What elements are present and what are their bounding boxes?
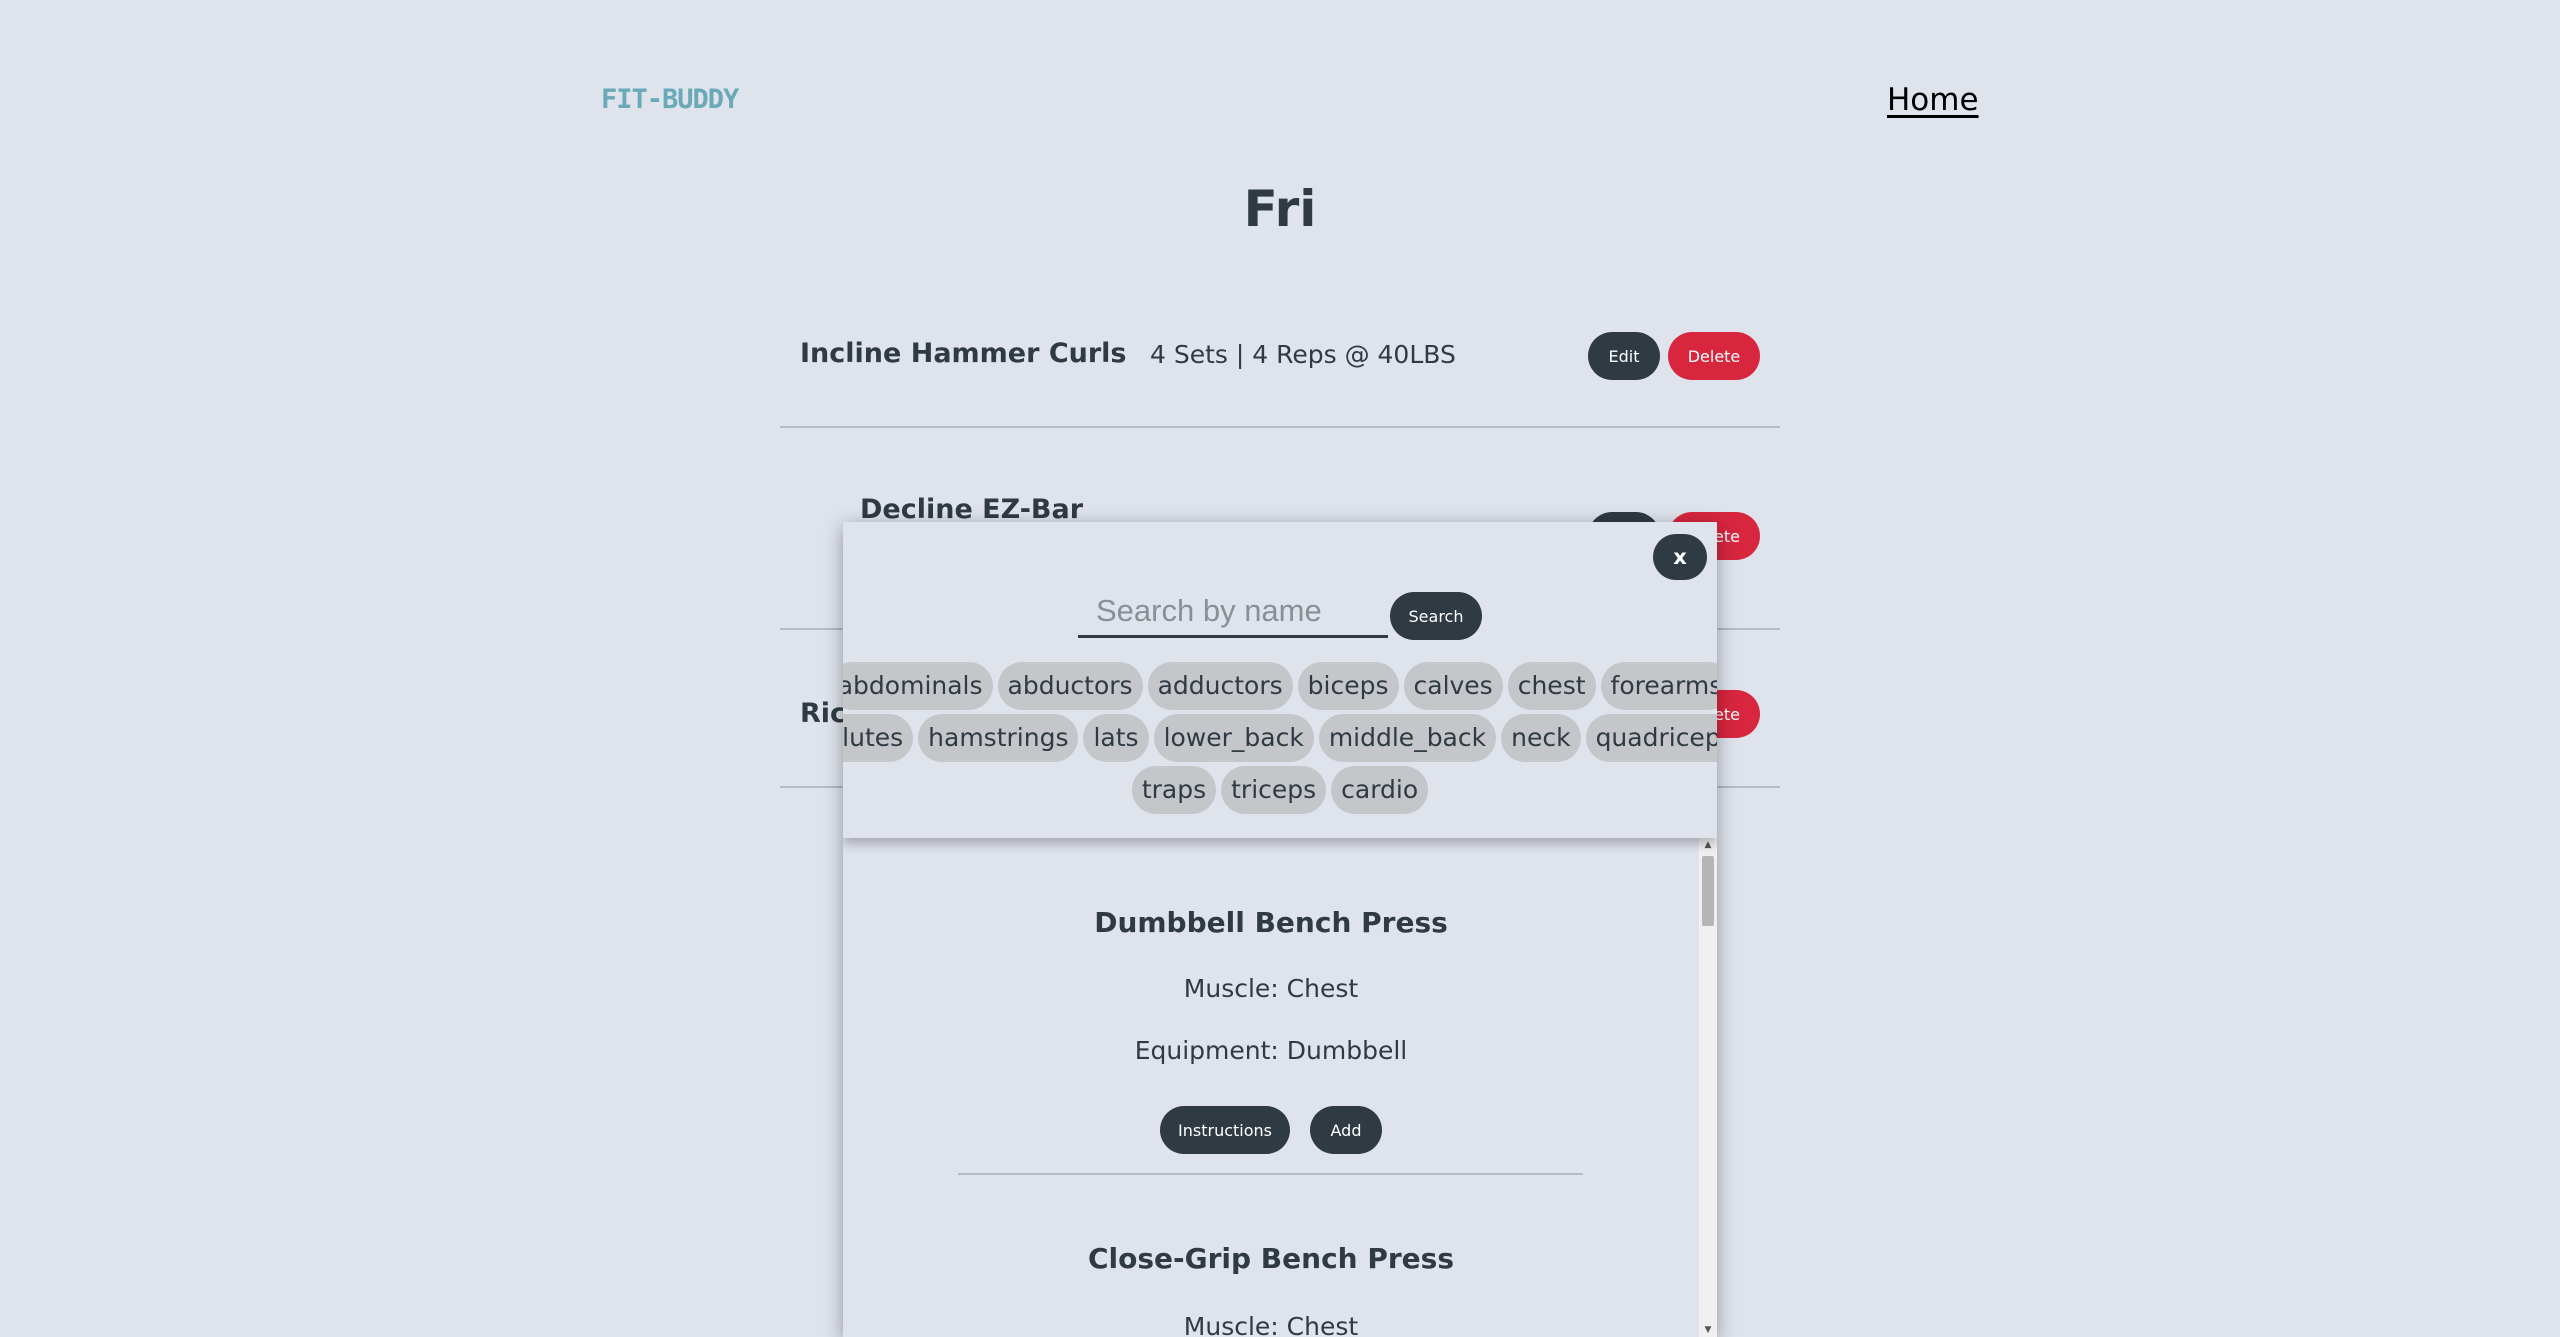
exercise-name: Incline Hammer Curls: [800, 338, 1127, 369]
result-muscle: Muscle: Chest: [1183, 974, 1359, 1003]
search-input[interactable]: [1078, 586, 1388, 638]
result-divider: [958, 1173, 1583, 1175]
instructions-button[interactable]: Instructions: [1160, 1106, 1290, 1154]
muscle-tag-abductors[interactable]: abductors: [997, 662, 1143, 710]
muscle-tag-biceps[interactable]: biceps: [1297, 662, 1399, 710]
scroll-thumb[interactable]: [1702, 856, 1714, 926]
result-exercise-name: Dumbbell Bench Press: [1094, 906, 1448, 939]
muscle-tag-quadriceps[interactable]: quadriceps: [1585, 714, 1717, 762]
muscle-tag-lats[interactable]: lats: [1083, 714, 1149, 762]
muscle-tag-adductors[interactable]: adductors: [1147, 662, 1293, 710]
muscle-tag-abdominals[interactable]: abdominals: [843, 662, 993, 710]
result-exercise-name: Close-Grip Bench Press: [1087, 1242, 1455, 1275]
muscle-tag-cardio[interactable]: cardio: [1331, 766, 1429, 814]
muscle-tag-glutes[interactable]: glutes: [843, 714, 914, 762]
edit-button[interactable]: Edit: [1588, 332, 1660, 380]
exercise-detail: 4 Sets | 4 Reps @ 40LBS: [1150, 340, 1456, 369]
scroll-down-arrow-icon[interactable]: ▼: [1699, 1323, 1717, 1337]
muscle-tag-chest[interactable]: chest: [1507, 662, 1596, 710]
muscle-tag-calves[interactable]: calves: [1403, 662, 1503, 710]
page-title: Fri: [1243, 180, 1317, 238]
search-results-list[interactable]: Dumbbell Bench Press Muscle: Chest Equip…: [843, 838, 1699, 1337]
exercise-search-modal: x Search abdominals abductors adductors …: [843, 522, 1717, 1337]
modal-search-panel: x Search abdominals abductors adductors …: [843, 522, 1717, 838]
result-muscle: Muscle: Chest: [1183, 1312, 1359, 1337]
muscle-tag-middle-back[interactable]: middle_back: [1318, 714, 1497, 762]
add-exercise-button[interactable]: Add: [1310, 1106, 1382, 1154]
muscle-tag-forearms[interactable]: forearms: [1600, 662, 1717, 710]
exercise-name: Ric: [800, 698, 847, 729]
scroll-up-arrow-icon[interactable]: ▲: [1699, 838, 1717, 852]
exercise-row: Incline Hammer Curls 4 Sets | 4 Reps @ 4…: [780, 316, 1780, 428]
delete-button[interactable]: Delete: [1668, 332, 1760, 380]
app-logo[interactable]: FIT-BUDDY: [601, 84, 739, 115]
muscle-tag-hamstrings[interactable]: hamstrings: [918, 714, 1079, 762]
close-modal-button[interactable]: x: [1653, 534, 1707, 580]
muscle-tag-triceps[interactable]: triceps: [1221, 766, 1327, 814]
muscle-tag-list: abdominals abductors adductors biceps ca…: [843, 662, 1717, 818]
nav-home-link[interactable]: Home: [1887, 82, 1979, 118]
search-button[interactable]: Search: [1390, 592, 1482, 640]
muscle-tag-neck[interactable]: neck: [1501, 714, 1581, 762]
result-equipment: Equipment: Dumbbell: [1134, 1036, 1408, 1065]
muscle-tag-traps[interactable]: traps: [1131, 766, 1217, 814]
muscle-tag-lower-back[interactable]: lower_back: [1153, 714, 1314, 762]
results-scrollbar[interactable]: ▲ ▼: [1699, 838, 1717, 1337]
exercise-name: Decline EZ-Bar: [860, 494, 1084, 525]
